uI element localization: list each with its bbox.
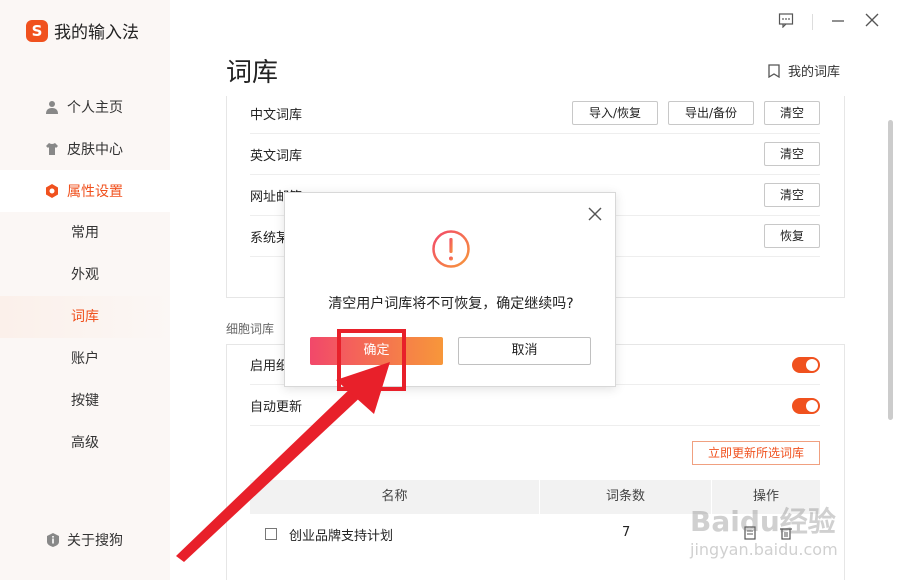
clear-url-button[interactable]: 清空 xyxy=(764,183,820,207)
bookmark-icon xyxy=(768,63,780,78)
my-library-label: 我的词库 xyxy=(788,65,841,80)
sidebar-item-settings[interactable]: 属性设置 xyxy=(0,170,170,212)
page-title: 词库 xyxy=(226,58,279,88)
user-icon xyxy=(46,101,58,114)
sidebar-item-label: 个人主页 xyxy=(67,100,123,116)
watermark-url: jingyan.baidu.com xyxy=(690,540,838,559)
minimize-icon[interactable] xyxy=(828,12,848,32)
cell-dictionary-label: 细胞词库 xyxy=(226,322,275,336)
library-row-english: 英文词库 xyxy=(250,134,820,175)
about-link[interactable]: 关于搜狗 xyxy=(46,530,123,550)
clear-chinese-button[interactable]: 清空 xyxy=(764,101,820,125)
sidebar-subitem-appearance[interactable]: 外观 xyxy=(0,254,170,296)
warning-icon xyxy=(432,230,470,268)
app-name: 我的输入法 xyxy=(54,23,139,43)
about-label: 关于搜狗 xyxy=(67,533,123,549)
library-row-label: 中文词库 xyxy=(250,107,303,123)
scrollbar[interactable] xyxy=(888,120,893,420)
update-selected-button[interactable]: 立即更新所选词库 xyxy=(692,441,820,465)
watermark: Baidu经验 xyxy=(690,505,836,538)
column-count: 词条数 xyxy=(540,480,712,514)
sidebar: S 我的输入法 个人主页 皮肤中心 属性设置 常用 外观 词库 账户 按键 高级… xyxy=(0,0,170,580)
sidebar-item-label: 属性设置 xyxy=(67,184,123,200)
tshirt-icon xyxy=(46,143,58,155)
row-checkbox[interactable] xyxy=(265,528,277,540)
library-row-label: 英文词库 xyxy=(250,148,303,164)
column-name: 名称 xyxy=(250,480,540,514)
sidebar-item-profile[interactable]: 个人主页 xyxy=(0,86,170,128)
close-dialog-icon[interactable] xyxy=(587,206,603,222)
close-window-icon[interactable] xyxy=(862,12,882,32)
auto-update-label: 自动更新 xyxy=(250,399,303,415)
import-restore-button[interactable]: 导入/恢复 xyxy=(572,101,658,125)
dialog-message: 清空用户词库将不可恢复，确定继续吗? xyxy=(328,296,574,312)
sogou-logo-icon: S xyxy=(26,19,48,42)
restore-system-button[interactable]: 恢复 xyxy=(764,224,820,248)
confirm-button[interactable]: 确定 xyxy=(310,337,443,365)
hexagon-settings-icon xyxy=(46,184,58,198)
export-backup-button[interactable]: 导出/备份 xyxy=(668,101,754,125)
clear-english-button[interactable]: 清空 xyxy=(764,142,820,166)
sidebar-item-skins[interactable]: 皮肤中心 xyxy=(0,128,170,170)
sidebar-item-label: 皮肤中心 xyxy=(67,142,123,158)
feedback-icon[interactable] xyxy=(776,12,796,32)
sidebar-subitem-account[interactable]: 账户 xyxy=(0,338,170,380)
info-shield-icon xyxy=(47,533,59,547)
sidebar-subitem-keys[interactable]: 按键 xyxy=(0,380,170,422)
auto-update-row: 自动更新 xyxy=(250,385,820,426)
dictionary-count: 7 xyxy=(622,525,631,540)
sidebar-subitem-advanced[interactable]: 高级 xyxy=(0,422,170,464)
confirm-dialog: 清空用户词库将不可恢复，确定继续吗? 确定 取消 xyxy=(284,192,616,387)
enable-cell-toggle[interactable] xyxy=(792,357,820,373)
sidebar-subitem-common[interactable]: 常用 xyxy=(0,212,170,254)
cancel-button[interactable]: 取消 xyxy=(458,337,591,365)
brand: S 我的输入法 xyxy=(26,18,139,43)
auto-update-toggle[interactable] xyxy=(792,398,820,414)
sidebar-subitem-dictionary[interactable]: 词库 xyxy=(0,296,170,338)
window-controls-divider xyxy=(812,14,813,30)
dictionary-name: 创业品牌支持计划 xyxy=(289,529,394,544)
my-library-link[interactable]: 我的词库 xyxy=(768,61,840,80)
